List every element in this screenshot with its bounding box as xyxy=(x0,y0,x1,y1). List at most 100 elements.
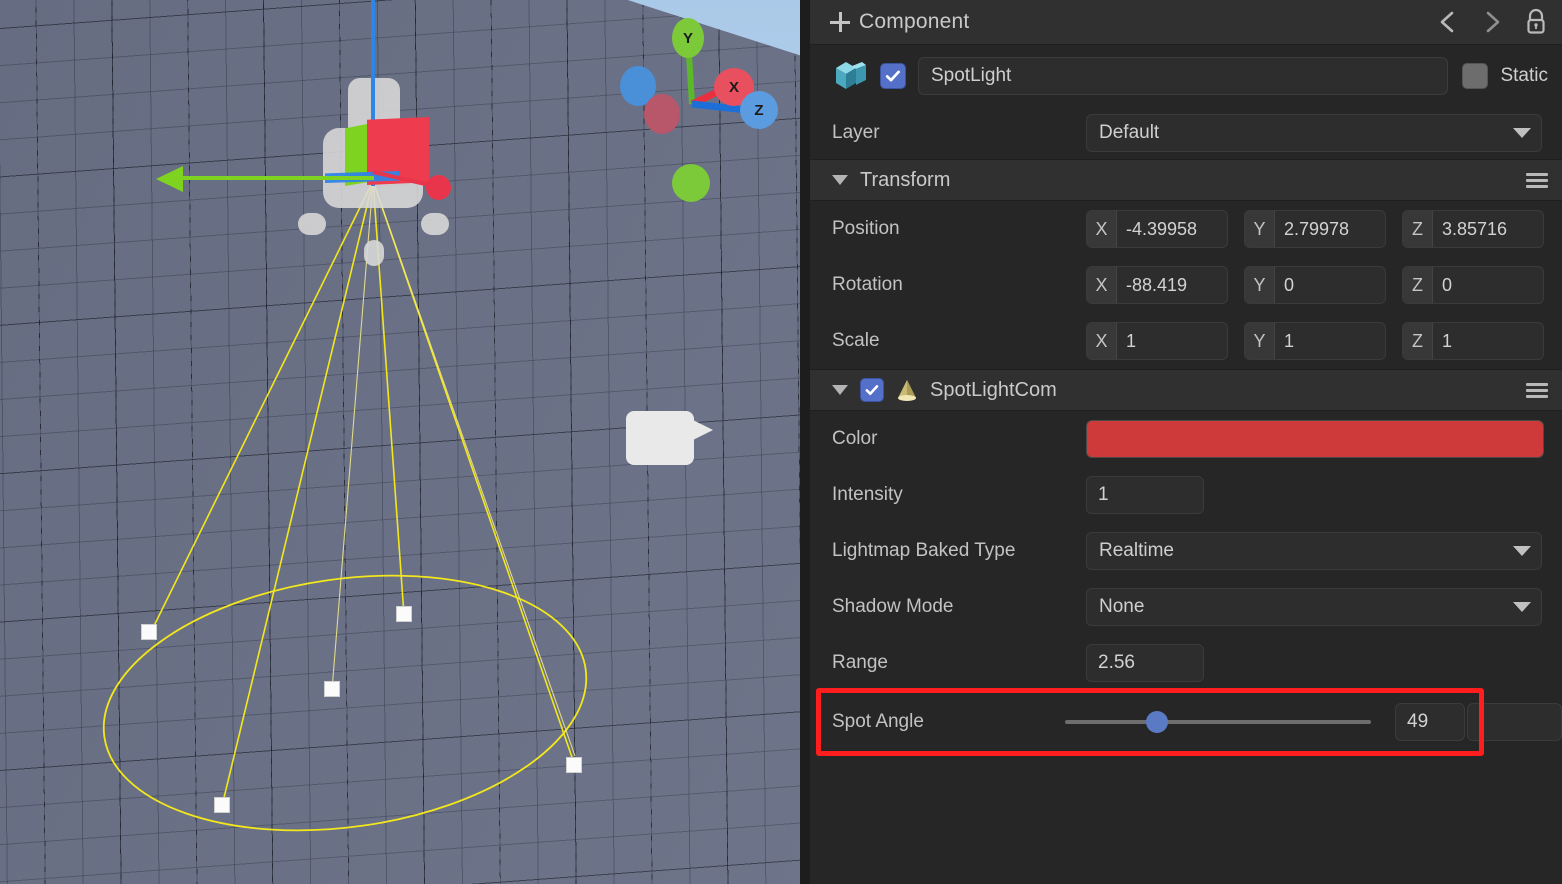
spotlight-title: SpotLightCom xyxy=(930,379,1057,402)
scale-x-field[interactable]: X 1 xyxy=(1086,322,1228,360)
add-component-icon[interactable] xyxy=(830,12,850,32)
back-arrow-icon[interactable] xyxy=(1436,9,1460,35)
scale-row: Scale X 1 Y 1 Z 1 xyxy=(810,313,1562,369)
inspector-header: Component xyxy=(810,0,1562,45)
range-value: 2.56 xyxy=(1098,652,1135,674)
forward-arrow-icon[interactable] xyxy=(1480,9,1504,35)
gizmo-axis-ball-negy[interactable] xyxy=(672,164,710,202)
rotation-y-field[interactable]: Y 0 xyxy=(1244,266,1386,304)
scale-z-value[interactable]: 1 xyxy=(1433,323,1543,359)
spot-angle-extra-field[interactable] xyxy=(1467,703,1562,741)
camera-icon[interactable] xyxy=(626,411,694,465)
gizmo-axis-label-z[interactable]: Z xyxy=(740,91,778,129)
cone-center-handle[interactable] xyxy=(324,681,340,697)
cone-handle[interactable] xyxy=(214,797,230,813)
lock-icon[interactable] xyxy=(1524,8,1548,36)
position-z-value[interactable]: 3.85716 xyxy=(1433,211,1543,247)
spot-angle-input[interactable]: 49 xyxy=(1395,703,1465,741)
scene-viewport[interactable]: Y X Z xyxy=(0,0,800,884)
transform-section-header[interactable]: Transform xyxy=(810,159,1562,201)
spotlight-menu-icon[interactable] xyxy=(1526,380,1548,401)
position-z-field[interactable]: Z 3.85716 xyxy=(1402,210,1544,248)
position-row: Position X -4.39958 Y 2.79978 Z 3.85716 xyxy=(810,201,1562,257)
object-enabled-checkbox[interactable] xyxy=(880,63,906,89)
orientation-gizmo[interactable]: Y X Z xyxy=(596,6,796,206)
cube-icon xyxy=(832,59,868,93)
rotation-z-value[interactable]: 0 xyxy=(1433,267,1543,303)
layer-label: Layer xyxy=(832,122,1086,144)
gizmo-x-text: X xyxy=(729,79,739,96)
gizmo-axis-label-y[interactable]: Y xyxy=(672,18,704,58)
page-title: Component xyxy=(859,10,969,34)
lightmap-baked-type-dropdown[interactable]: Realtime xyxy=(1086,532,1542,570)
scale-y-field[interactable]: Y 1 xyxy=(1244,322,1386,360)
range-label: Range xyxy=(832,652,1086,674)
rotation-row: Rotation X -88.419 Y 0 Z 0 xyxy=(810,257,1562,313)
inspector-panel: Component xyxy=(810,0,1562,884)
gizmo-y-text: Y xyxy=(683,30,693,47)
collapse-triangle-icon[interactable] xyxy=(832,385,848,395)
intensity-label: Intensity xyxy=(832,484,1086,506)
panel-divider[interactable] xyxy=(800,0,810,884)
position-x-value[interactable]: -4.39958 xyxy=(1117,211,1227,247)
cone-handle[interactable] xyxy=(566,757,582,773)
lightmap-baked-type-value: Realtime xyxy=(1099,540,1174,562)
shadow-mode-value: None xyxy=(1099,596,1144,618)
spot-angle-value: 49 xyxy=(1407,711,1428,733)
position-y-field[interactable]: Y 2.79978 xyxy=(1244,210,1386,248)
scale-z-field[interactable]: Z 1 xyxy=(1402,322,1544,360)
cone-icon xyxy=(894,378,920,402)
color-row: Color xyxy=(810,411,1562,467)
lightmap-baked-type-row: Lightmap Baked Type Realtime xyxy=(810,523,1562,579)
gizmo-axis-x[interactable] xyxy=(178,176,374,180)
static-checkbox[interactable] xyxy=(1462,63,1488,89)
shadow-mode-label: Shadow Mode xyxy=(832,596,1086,618)
scale-label: Scale xyxy=(832,330,1086,352)
layer-dropdown[interactable]: Default xyxy=(1086,114,1542,152)
axis-label-z: Z xyxy=(1403,211,1433,247)
light-gizmo-foot-right xyxy=(421,213,449,235)
chevron-down-icon xyxy=(1513,128,1531,138)
scale-x-value[interactable]: 1 xyxy=(1117,323,1227,359)
gizmo-axis-ball-negz[interactable] xyxy=(644,94,680,134)
color-swatch[interactable] xyxy=(1086,420,1544,458)
rotation-x-value[interactable]: -88.419 xyxy=(1117,267,1227,303)
axis-label-z: Z xyxy=(1403,323,1433,359)
axis-label-z: Z xyxy=(1403,267,1433,303)
layer-row: Layer Default xyxy=(810,107,1562,159)
rotation-x-field[interactable]: X -88.419 xyxy=(1086,266,1228,304)
shadow-mode-dropdown[interactable]: None xyxy=(1086,588,1542,626)
transform-title: Transform xyxy=(860,169,950,192)
light-gizmo-foot-center xyxy=(364,240,384,266)
object-name-value: SpotLight xyxy=(931,65,1011,87)
rotation-z-field[interactable]: Z 0 xyxy=(1402,266,1544,304)
transform-menu-icon[interactable] xyxy=(1526,170,1548,191)
chevron-down-icon xyxy=(1513,602,1531,612)
spotlight-section-header[interactable]: SpotLightCom xyxy=(810,369,1562,411)
object-name-input[interactable]: SpotLight xyxy=(918,57,1448,95)
spot-angle-row: Spot Angle 49 xyxy=(810,691,1562,753)
light-gizmo-foot-left xyxy=(298,213,326,235)
object-header-row: SpotLight Static xyxy=(810,45,1562,107)
spot-angle-slider-knob[interactable] xyxy=(1146,711,1168,733)
chevron-down-icon xyxy=(1513,546,1531,556)
spot-angle-slider[interactable] xyxy=(1065,720,1371,724)
axis-label-x: X xyxy=(1087,267,1117,303)
spot-angle-label: Spot Angle xyxy=(832,711,1065,733)
position-y-value[interactable]: 2.79978 xyxy=(1275,211,1385,247)
cone-handle[interactable] xyxy=(141,624,157,640)
rotation-y-value[interactable]: 0 xyxy=(1275,267,1385,303)
spotlight-enabled-checkbox[interactable] xyxy=(860,378,884,402)
spot-angle-slider-wrap: 49 xyxy=(1065,703,1562,741)
range-input[interactable]: 2.56 xyxy=(1086,644,1204,682)
collapse-triangle-icon[interactable] xyxy=(832,175,848,185)
gizmo-axis-x-arrow[interactable] xyxy=(156,166,183,192)
scale-y-value[interactable]: 1 xyxy=(1275,323,1385,359)
gizmo-z-text: Z xyxy=(754,102,763,119)
intensity-value: 1 xyxy=(1098,484,1109,506)
position-x-field[interactable]: X -4.39958 xyxy=(1086,210,1228,248)
static-label: Static xyxy=(1500,65,1548,87)
intensity-input[interactable]: 1 xyxy=(1086,476,1204,514)
gizmo-axis-z-handle[interactable] xyxy=(426,175,451,200)
cone-handle[interactable] xyxy=(396,606,412,622)
